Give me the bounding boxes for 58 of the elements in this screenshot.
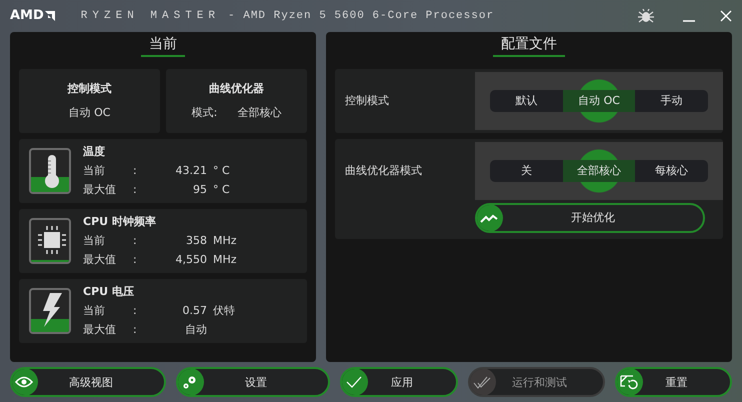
stat-title: CPU 时钟频率 — [83, 214, 157, 230]
segment-option[interactable]: 自动 OC — [562, 78, 636, 123]
check-icon — [346, 376, 362, 388]
stat-unit: ° C — [213, 164, 230, 178]
stat-label: 当前 — [83, 233, 106, 248]
double-check-icon — [472, 376, 491, 388]
colon: : — [133, 253, 138, 266]
stat-label: 最大值 — [83, 322, 117, 338]
card-title: 曲线优化器 — [209, 81, 264, 96]
stat-unit: 伏特 — [213, 303, 235, 318]
stat-label: 最大值 — [83, 182, 117, 198]
panel-title: 配置文件 — [493, 32, 565, 57]
card-value: 自动 OC — [68, 105, 110, 120]
colon: : — [133, 304, 138, 318]
gears-icon — [182, 374, 198, 390]
logo-text: AMD — [10, 8, 44, 24]
segment-option[interactable]: 全部核心 — [562, 148, 636, 193]
stat-unit: ° C — [213, 183, 230, 196]
card-value: 全部核心 — [237, 105, 282, 120]
stat-value: 358 — [185, 234, 207, 248]
app-name: RYZEN MASTER — [80, 10, 220, 22]
colon: : — [133, 323, 138, 336]
stat-label: 当前 — [83, 163, 106, 178]
segment-option[interactable]: 手动 — [635, 78, 708, 123]
setting-label: 控制模式 — [345, 93, 390, 108]
panel-title: 当前 — [141, 32, 185, 57]
stat-value: 95 — [192, 183, 207, 196]
card-title: 控制模式 — [68, 81, 112, 96]
lightning-icon — [40, 292, 64, 328]
action-button[interactable]: 重置 — [615, 367, 732, 397]
stat-value: 43.21 — [174, 164, 207, 178]
stat-value: 4,550 — [174, 253, 207, 266]
segment-option[interactable]: 关 — [490, 148, 563, 193]
stat-unit: MHz — [213, 234, 237, 248]
stat-value: 0.57 — [182, 304, 207, 318]
stat-title: CPU 电压 — [83, 284, 135, 300]
start-optimize-button[interactable]: 开始优化 — [475, 202, 705, 233]
logo-arrow-icon — [44, 10, 55, 21]
stat-label: 最大值 — [83, 252, 117, 268]
eye-icon — [15, 376, 33, 388]
stat-value: 自动 — [184, 322, 207, 338]
stat-title: 温度 — [83, 144, 106, 160]
action-button[interactable]: 应用 — [340, 367, 458, 397]
action-button[interactable]: 高级视图 — [10, 367, 166, 397]
close-icon[interactable] — [720, 10, 732, 22]
window-title: - AMD Ryzen 5 5600 6-Core Processor — [228, 10, 494, 22]
stat-unit: MHz — [213, 253, 237, 266]
stat-label: 当前 — [83, 303, 106, 318]
setting-label: 曲线优化器模式 — [345, 163, 423, 178]
colon: : — [133, 164, 138, 178]
colon: : — [133, 234, 138, 248]
reset-icon — [620, 374, 638, 390]
bug-icon[interactable] — [638, 8, 654, 23]
segment-option[interactable]: 每核心 — [635, 148, 708, 193]
colon: : — [133, 183, 138, 196]
card-label: 模式: — [192, 105, 218, 120]
action-button[interactable]: 设置 — [176, 367, 330, 397]
segment-option[interactable]: 默认 — [490, 78, 563, 123]
